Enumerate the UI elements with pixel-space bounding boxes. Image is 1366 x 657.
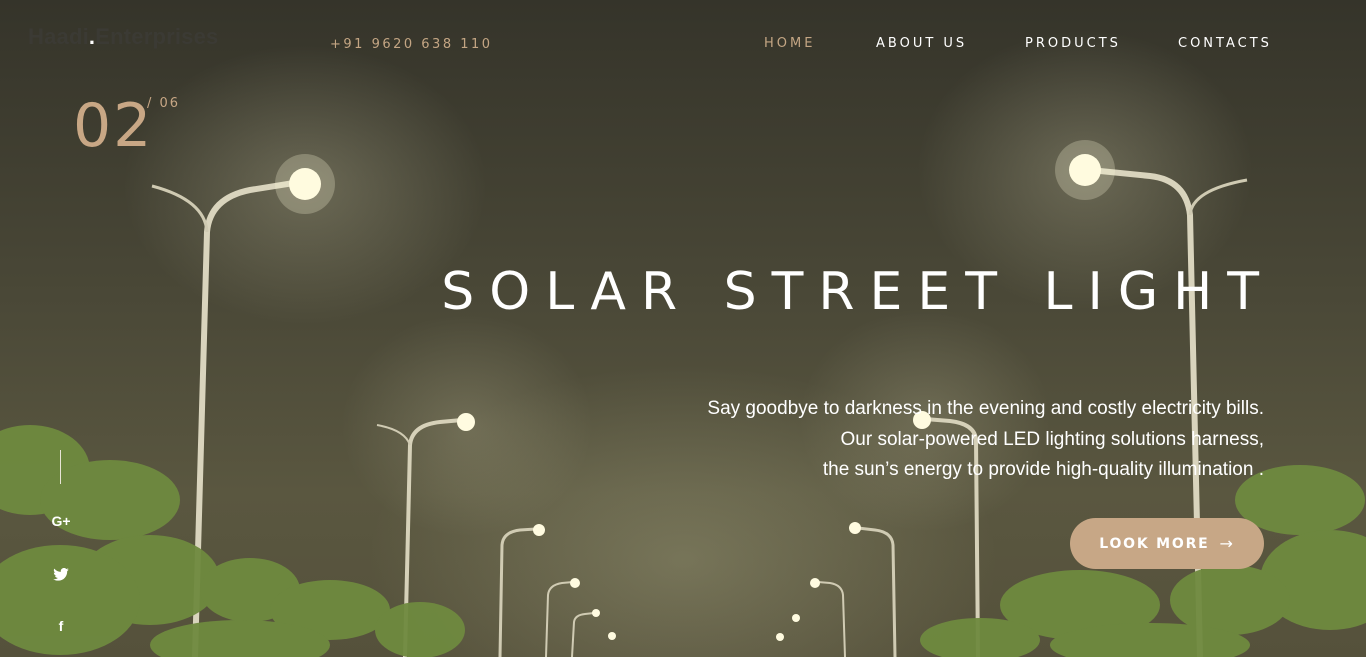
nav-home[interactable]: HOME [764,36,815,51]
arrow-right-icon: → [1219,534,1235,553]
nav-contacts[interactable]: CONTACTS [1178,36,1272,51]
nav-products[interactable]: PRODUCTS [1025,36,1121,51]
slide-total: / 06 [147,96,181,111]
facebook-icon[interactable]: f [48,618,74,634]
google-plus-icon[interactable]: G+ [48,513,74,529]
hero-description-line-1: Say goodbye to darkness in the evening a… [707,398,1264,419]
look-more-button[interactable]: LOOK MORE → [1070,518,1264,569]
hero-description-line-2: Our solar-powered LED lighting solutions… [840,428,1265,450]
slide-current-number: 02 [73,91,154,161]
nav-about-us[interactable]: ABOUT US [876,36,967,51]
social-divider [60,450,61,484]
main-nav: HOME ABOUT US PRODUCTS CONTACTS [0,36,1366,56]
look-more-label: LOOK MORE [1099,535,1210,552]
twitter-icon[interactable] [48,566,74,584]
hero-description: Say goodbye to darkness in the evening a… [564,394,1264,486]
hero-title: SOLAR STREET LIGHT [441,262,1274,322]
hero-description-line-3: the sun’s energy to provide high-quality… [822,459,1264,480]
